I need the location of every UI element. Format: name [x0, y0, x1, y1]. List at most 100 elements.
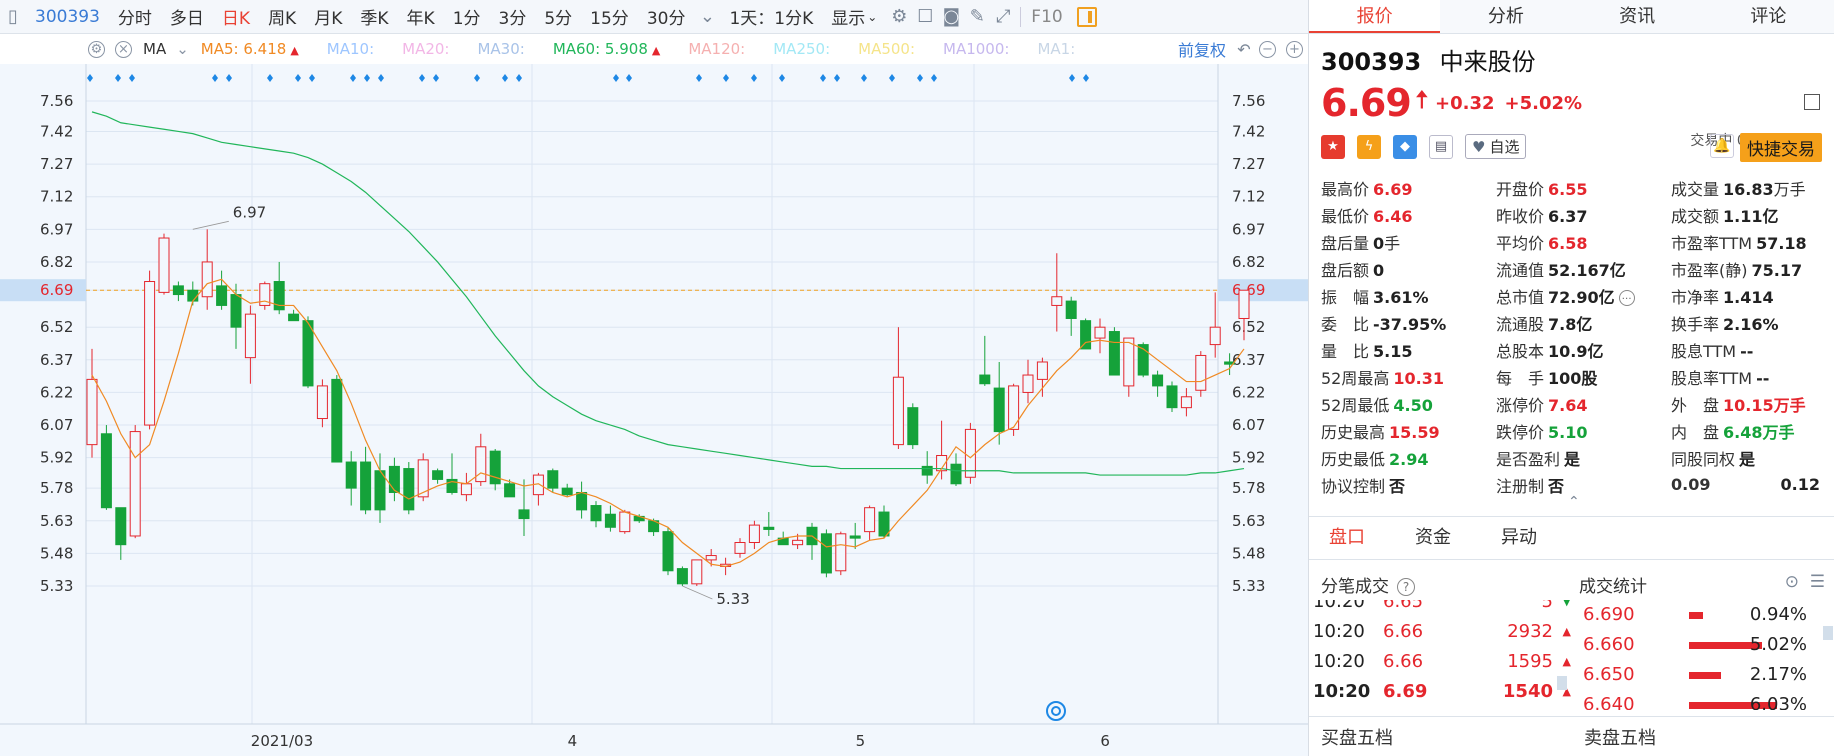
candle-body[interactable] [1051, 296, 1063, 306]
ma-legend-item[interactable]: MA5: 6.418 ▲ [201, 40, 299, 58]
ma-chevron-icon[interactable]: ⌄ [176, 40, 189, 58]
candle-body[interactable] [1195, 354, 1207, 391]
candle-body[interactable] [878, 511, 890, 537]
period-tab[interactable]: 季K [351, 0, 397, 34]
stats-scrollbar[interactable] [1823, 626, 1833, 640]
candle-body[interactable] [100, 433, 112, 509]
candle-body[interactable] [331, 378, 343, 463]
candle-body[interactable] [403, 468, 415, 511]
sell-five-label[interactable]: 卖盘五档 [1572, 724, 1834, 750]
quote-tab[interactable]: 分析 [1440, 0, 1571, 33]
f10-button[interactable]: F10 [1025, 7, 1068, 27]
collapse-chevron-icon[interactable]: ⌃ [1568, 494, 1580, 510]
candle-body[interactable] [763, 526, 775, 530]
candle-body[interactable] [1209, 326, 1221, 346]
candle-body[interactable] [432, 470, 444, 480]
orderbook-tab[interactable]: 盘口 [1321, 516, 1373, 560]
candle-body[interactable] [705, 555, 717, 561]
quote-tab[interactable]: 评论 [1703, 0, 1834, 33]
candle-body[interactable] [1080, 320, 1092, 350]
ma-legend-item[interactable]: MA10: [327, 40, 374, 58]
kline-chart[interactable]: 7.56 7.56 7.42 7.42 7.27 7.27 7.12 7.12 6.97 6.97… [0, 64, 1308, 756]
settings-gear-icon[interactable]: ⚙ [886, 4, 912, 30]
candle-body[interactable] [216, 285, 228, 306]
candle-body[interactable] [1180, 396, 1192, 409]
candle-body[interactable] [302, 320, 314, 387]
more-options-icon[interactable]: ⊙ [1785, 572, 1799, 592]
candle-body[interactable] [504, 483, 516, 498]
period-tab[interactable]: 月K [305, 0, 351, 34]
undo-icon[interactable]: ↶ [1234, 36, 1254, 62]
ma-legend-item[interactable]: MA20: [402, 40, 449, 58]
ma-settings-icon[interactable]: ⚙ [88, 40, 105, 58]
right-panel-toggle-icon[interactable] [1076, 6, 1097, 27]
candle-body[interactable] [1065, 300, 1077, 319]
candle-body[interactable] [144, 281, 156, 426]
period-tab[interactable]: 分时 [109, 0, 161, 34]
pencil-icon[interactable]: ✎ [964, 4, 990, 30]
candle-body[interactable] [676, 568, 688, 585]
ma-legend-item[interactable]: MA120: [688, 40, 745, 58]
candle-body[interactable] [388, 465, 400, 493]
candle-body[interactable] [993, 387, 1005, 433]
candle-body[interactable] [158, 237, 170, 293]
candle-body[interactable] [1166, 385, 1178, 409]
candle-body[interactable] [86, 378, 98, 446]
stock-code-label[interactable]: 300393 [26, 0, 109, 34]
quote-tab[interactable]: 资讯 [1572, 0, 1703, 33]
candle-body[interactable] [374, 470, 386, 511]
candle-body[interactable] [230, 294, 242, 328]
layout-icon[interactable] [1804, 94, 1820, 110]
candle-body[interactable] [734, 542, 746, 554]
candle-body[interactable] [979, 374, 991, 385]
candle-body[interactable] [1123, 337, 1135, 387]
price-adjust-select[interactable]: 前复权 [1178, 37, 1226, 61]
quote-tab[interactable]: 报价 [1309, 0, 1441, 33]
ma-legend-item[interactable]: MA1000: [943, 40, 1009, 58]
candle-body[interactable] [835, 533, 847, 572]
tick-scrollbar[interactable] [1557, 676, 1567, 690]
orderbook-tab[interactable]: 异动 [1493, 516, 1545, 560]
display-menu[interactable]: 显示 ⌄ [822, 0, 886, 34]
candle-body[interactable] [921, 465, 933, 476]
quick-trade-button[interactable]: 快捷交易 [1740, 133, 1822, 162]
ma-legend-item[interactable]: MA30: [477, 40, 524, 58]
candle-body[interactable] [662, 531, 674, 572]
ma-legend-item[interactable]: MA250: [773, 40, 830, 58]
ma-close-icon[interactable]: × [115, 40, 132, 58]
add-watchlist-button[interactable]: ♥ 自选 [1465, 134, 1527, 159]
lightning-icon[interactable]: ϟ [1357, 134, 1381, 159]
candle-body[interactable] [820, 533, 832, 574]
tag-icon[interactable]: ◆ [1393, 134, 1417, 159]
kline-chart-area[interactable]: 7.56 7.56 7.42 7.42 7.27 7.27 7.12 7.12 6.97 6.97… [0, 64, 1308, 756]
candle-body[interactable] [201, 261, 213, 298]
candle-body[interactable] [892, 376, 904, 446]
candle-body[interactable] [129, 431, 141, 537]
candle-body[interactable] [792, 539, 804, 546]
candle-body[interactable] [360, 461, 372, 511]
candle-body[interactable] [1238, 289, 1250, 319]
candle-body[interactable] [244, 313, 256, 359]
candle-body[interactable] [1152, 374, 1164, 387]
buy-five-label[interactable]: 买盘五档 [1309, 724, 1572, 750]
candle-body[interactable] [561, 487, 573, 496]
period-tab[interactable]: 3分 [490, 0, 536, 34]
ma-legend-item[interactable]: MA1: [1037, 40, 1075, 58]
period-tab[interactable]: 15分 [581, 0, 638, 34]
zoom-in-icon[interactable]: + [1286, 40, 1303, 58]
tick-list[interactable]: 10:20 6.65 5 ▼ 10:20 6.66 2932 ▲ 10:20 6.66 1595 ▲ 1… [1309, 600, 1571, 710]
camera-icon[interactable]: ◙ [938, 4, 964, 30]
more-dots-icon[interactable]: … [1618, 290, 1635, 306]
period-more-chevron-icon[interactable]: ⌄ [694, 4, 720, 30]
candle-body[interactable] [172, 285, 184, 296]
candle-body[interactable] [460, 483, 472, 496]
candle-body[interactable] [964, 428, 976, 478]
candle-body[interactable] [950, 463, 962, 485]
period-tab[interactable]: 日K [213, 0, 259, 34]
candle-body[interactable] [907, 407, 919, 446]
candle-body[interactable] [604, 513, 616, 528]
menu-icon[interactable]: ☰ [1810, 572, 1825, 592]
period-tab[interactable]: 30分 [638, 0, 695, 34]
checkbox-icon[interactable]: ☐ [912, 4, 938, 30]
candle-body[interactable] [345, 461, 357, 489]
